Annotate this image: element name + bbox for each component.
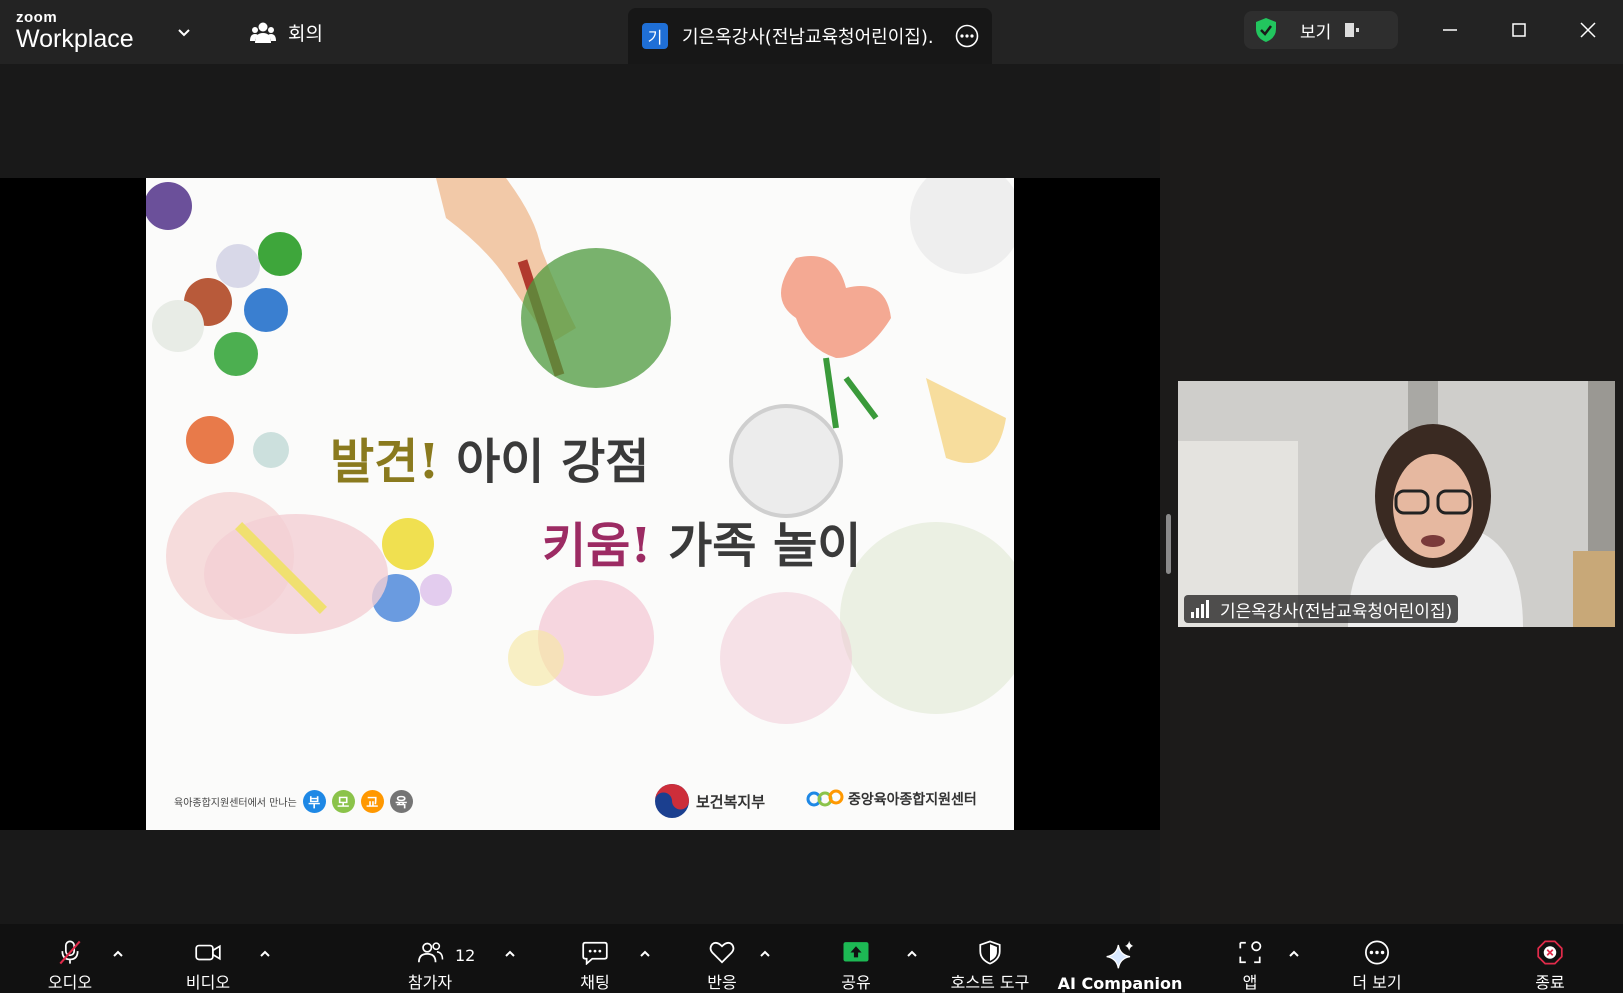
heart-icon bbox=[709, 941, 735, 964]
slide-title2-rest: 가족 놀이 bbox=[651, 518, 862, 574]
ai-companion-button[interactable]: AI Companion bbox=[1055, 924, 1185, 993]
participant-video-tile[interactable]: 기은옥강사(전남교육청어린이집) bbox=[1178, 381, 1615, 627]
shared-screen-area: 발견! 아이 강점 키움! 가족 놀이 육아종합지원센터에서 만나는 부 모 교… bbox=[0, 64, 1160, 924]
ai-companion-label: AI Companion bbox=[1057, 974, 1183, 993]
footer-bubble: 육 bbox=[389, 790, 413, 813]
video-label: 비디오 bbox=[185, 973, 231, 992]
signal-strength-icon bbox=[1191, 600, 1209, 618]
taegeuk-icon bbox=[655, 784, 689, 818]
more-icon bbox=[1365, 940, 1389, 965]
sparkle-icon bbox=[1106, 940, 1134, 969]
ministry-name: 보건복지부 bbox=[696, 792, 766, 811]
zoom-workplace-logo[interactable]: zoom Workplace bbox=[16, 10, 134, 52]
audio-label: 오디오 bbox=[47, 973, 93, 992]
end-button[interactable]: 종료 bbox=[1520, 924, 1580, 993]
shield-check-icon bbox=[1256, 18, 1276, 42]
childcare-logo-icon bbox=[806, 789, 844, 807]
meeting-toolbar: 오디오 비디오 참가자 12 채팅 반응 공유 호스트 도구 AI Compan… bbox=[0, 924, 1623, 993]
layout-icon bbox=[1345, 23, 1360, 37]
share-button[interactable]: 공유 bbox=[826, 924, 886, 993]
chevron-up-icon[interactable] bbox=[502, 946, 518, 962]
slide-title-line2: 키움! 가족 놀이 bbox=[542, 506, 861, 576]
view-label: 보기 bbox=[1300, 22, 1332, 43]
maximize-icon[interactable] bbox=[1505, 16, 1533, 44]
host-tools-label: 호스트 도구 bbox=[950, 973, 1030, 992]
ministry-logo: 보건복지부 bbox=[654, 783, 765, 819]
meeting-nav-button[interactable]: 회의 bbox=[250, 19, 323, 46]
react-button[interactable]: 반응 bbox=[692, 924, 752, 993]
tab-avatar: 기 bbox=[642, 23, 668, 49]
audio-button[interactable]: 오디오 bbox=[40, 924, 100, 993]
childcare-center-name: 중앙육아종합지원센터 bbox=[848, 792, 977, 808]
footer-bubble: 교 bbox=[360, 790, 384, 813]
participant-name: 기은옥강사(전남교육청어린이집) bbox=[1220, 601, 1453, 622]
participants-button[interactable]: 참가자 bbox=[400, 924, 460, 993]
chat-button[interactable]: 채팅 bbox=[565, 924, 625, 993]
slide-background-art bbox=[146, 178, 1014, 724]
participants-label: 참가자 bbox=[407, 973, 453, 992]
apps-icon bbox=[1239, 941, 1262, 964]
footer-bubble: 부 bbox=[302, 790, 326, 813]
chevron-up-icon[interactable] bbox=[757, 946, 773, 962]
chat-label: 채팅 bbox=[580, 973, 610, 992]
chat-icon bbox=[582, 941, 608, 965]
shared-content-frame: 발견! 아이 강점 키움! 가족 놀이 육아종합지원센터에서 만나는 부 모 교… bbox=[0, 178, 1160, 830]
slide-title-line1: 발견! 아이 강점 bbox=[330, 422, 649, 492]
mic-muted-icon bbox=[59, 940, 81, 965]
meeting-label: 회의 bbox=[288, 23, 323, 45]
apps-label: 앱 bbox=[1242, 973, 1258, 992]
view-button[interactable]: 보기 bbox=[1244, 11, 1398, 49]
share-label: 공유 bbox=[841, 973, 871, 992]
slide-footer-parent-education: 육아종합지원센터에서 만나는 부 모 교 육 bbox=[174, 790, 413, 813]
more-options-icon[interactable] bbox=[955, 24, 979, 48]
participant-name-tag: 기은옥강사(전남교육청어린이집) bbox=[1184, 595, 1459, 623]
chevron-up-icon[interactable] bbox=[110, 946, 126, 962]
react-label: 반응 bbox=[707, 973, 737, 992]
chevron-up-icon[interactable] bbox=[257, 946, 273, 962]
logo-workplace-text: Workplace bbox=[16, 25, 134, 53]
tab-title: 기은옥강사(전남교육청어린이집). bbox=[682, 27, 934, 48]
meeting-tab[interactable]: 기 기은옥강사(전남교육청어린이집). bbox=[628, 8, 992, 64]
logo-zoom-text: zoom bbox=[16, 9, 58, 26]
title-bar: zoom Workplace 회의 기 기은옥강사(전남교육청어린이집). 보기 bbox=[0, 0, 1623, 64]
slide-title1-accent: 발견! bbox=[330, 434, 440, 490]
chevron-up-icon[interactable] bbox=[637, 946, 653, 962]
minimize-icon[interactable] bbox=[1436, 16, 1464, 44]
slide-title1-rest: 아이 강점 bbox=[439, 434, 650, 490]
chevron-down-icon[interactable] bbox=[176, 24, 192, 40]
chevron-up-icon[interactable] bbox=[1286, 946, 1302, 962]
share-screen-icon bbox=[843, 942, 869, 962]
end-label: 종료 bbox=[1535, 973, 1565, 992]
more-button[interactable]: 더 보기 bbox=[1347, 924, 1407, 993]
end-meeting-icon bbox=[1537, 940, 1563, 965]
slide-title2-accent: 키움! bbox=[542, 518, 652, 574]
presentation-slide: 발견! 아이 강점 키움! 가족 놀이 육아종합지원센터에서 만나는 부 모 교… bbox=[146, 178, 1014, 830]
chevron-up-icon[interactable] bbox=[904, 946, 920, 962]
close-icon[interactable] bbox=[1574, 16, 1602, 44]
footer-text: 육아종합지원센터에서 만나는 bbox=[174, 798, 297, 809]
childcare-center-logo: 중앙육아종합지원센터 bbox=[806, 787, 977, 811]
shield-icon bbox=[979, 940, 1001, 965]
participants-count: 12 bbox=[455, 946, 476, 965]
participants-icon bbox=[418, 942, 444, 963]
host-tools-button[interactable]: 호스트 도구 bbox=[940, 924, 1040, 993]
apps-button[interactable]: 앱 bbox=[1220, 924, 1280, 993]
more-label: 더 보기 bbox=[1352, 973, 1402, 992]
panel-resize-handle[interactable] bbox=[1166, 514, 1171, 574]
participant-video-image bbox=[1178, 381, 1615, 627]
people-icon bbox=[250, 22, 276, 43]
footer-bubble: 모 bbox=[331, 790, 355, 813]
video-button[interactable]: 비디오 bbox=[178, 924, 238, 993]
video-camera-icon bbox=[195, 944, 221, 961]
